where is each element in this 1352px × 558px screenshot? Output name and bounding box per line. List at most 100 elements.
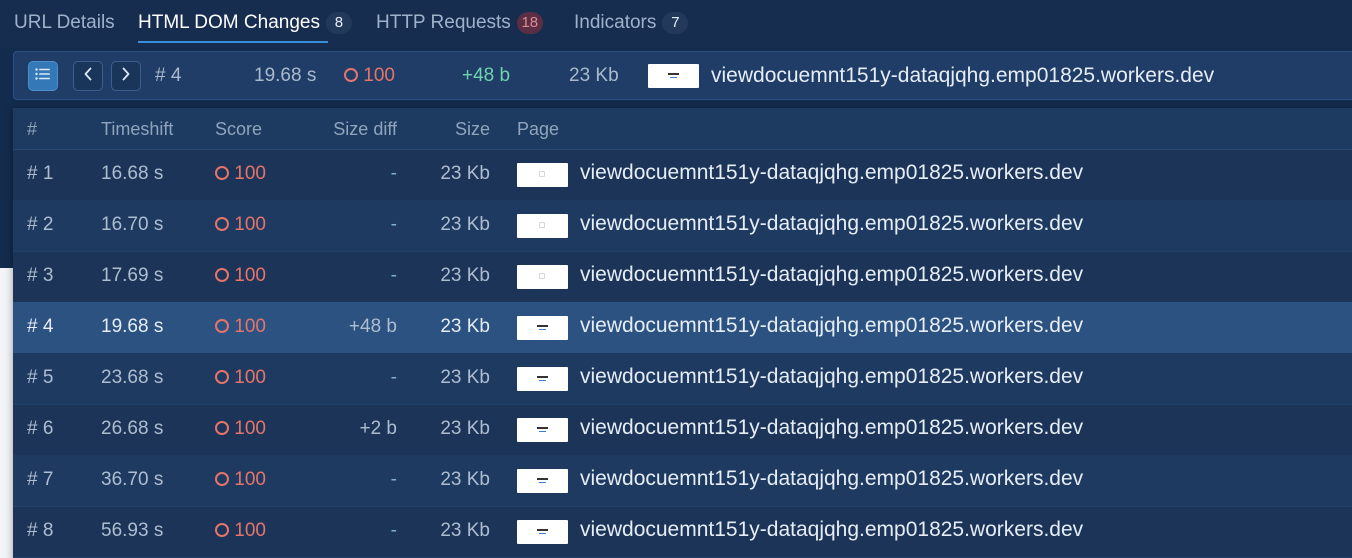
chevron-right-icon <box>121 67 131 86</box>
tab-indicators[interactable]: Indicators 7 <box>574 12 689 42</box>
row-score: 100 <box>215 163 266 185</box>
count-badge: 7 <box>662 12 689 34</box>
current-size-diff: +48 b <box>462 65 511 86</box>
score-value: 100 <box>234 163 266 184</box>
tab-html-dom-changes[interactable]: HTML DOM Changes 8 <box>138 12 352 42</box>
header-timeshift: Timeshift <box>101 119 174 139</box>
table-row[interactable]: # 7 36.70 s 100 - 23 Kb viewdocuemnt151y… <box>13 455 1352 507</box>
table-row[interactable]: # 3 17.69 s 100 - 23 Kb viewdocuemnt151y… <box>13 251 1352 303</box>
row-size: 23 Kb <box>440 367 490 388</box>
row-timeshift: 56.93 s <box>101 520 164 541</box>
previous-button[interactable] <box>73 61 103 91</box>
row-timeshift: 26.68 s <box>101 418 164 439</box>
current-score: 100 <box>344 65 395 87</box>
row-index: # 8 <box>27 520 54 541</box>
header-page: Page <box>517 119 560 139</box>
table-row-selected[interactable]: # 4 19.68 s 100 +48 b 23 Kb viewdocuemnt… <box>13 302 1352 354</box>
row-size-diff: +48 b <box>348 316 397 337</box>
row-size-diff: - <box>390 265 397 286</box>
tab-label: HTTP Requests <box>376 12 511 33</box>
tab-label: URL Details <box>14 12 115 33</box>
row-page-url: viewdocuemnt151y-dataqjqhg.emp01825.work… <box>580 263 1084 286</box>
row-index: # 5 <box>27 367 54 388</box>
page-thumbnail <box>517 520 568 544</box>
row-size: 23 Kb <box>440 214 490 235</box>
row-page-url: viewdocuemnt151y-dataqjqhg.emp01825.work… <box>580 416 1084 439</box>
page-thumbnail <box>517 316 568 340</box>
current-index: # 4 <box>155 65 182 86</box>
row-score: 100 <box>215 316 266 338</box>
row-page-url: viewdocuemnt151y-dataqjqhg.emp01825.work… <box>580 365 1084 388</box>
tab-url-details[interactable]: URL Details <box>14 12 115 42</box>
score-ring-icon <box>215 217 229 231</box>
row-timeshift: 16.70 s <box>101 214 164 235</box>
row-size: 23 Kb <box>440 418 490 439</box>
tab-label: Indicators <box>574 12 657 33</box>
row-size-diff: - <box>390 367 397 388</box>
score-ring-icon <box>215 319 229 333</box>
table-row[interactable]: # 2 16.70 s 100 - 23 Kb viewdocuemnt151y… <box>13 200 1352 252</box>
score-value: 100 <box>234 367 266 388</box>
page-thumbnail <box>517 214 568 238</box>
score-ring-icon <box>215 523 229 537</box>
url-scan-panel: URL Details HTML DOM Changes 8 HTTP Reque… <box>0 0 1352 558</box>
row-size: 23 Kb <box>440 316 490 337</box>
score-ring-icon <box>215 370 229 384</box>
table-row[interactable]: # 1 16.68 s 100 - 23 Kb viewdocuemnt151y… <box>13 149 1352 201</box>
header-score: Score <box>215 119 263 139</box>
row-timeshift: 23.68 s <box>101 367 164 388</box>
score-value: 100 <box>234 418 266 439</box>
row-timeshift: 36.70 s <box>101 469 164 490</box>
table-header: # Timeshift Score Size diff Size Page <box>13 108 1352 150</box>
score-ring-icon <box>215 268 229 282</box>
page-thumbnail <box>517 418 568 442</box>
score-value: 100 <box>234 520 266 541</box>
table-row[interactable]: # 6 26.68 s 100 +2 b 23 Kb viewdocuemnt1… <box>13 404 1352 456</box>
row-score: 100 <box>215 367 266 389</box>
page-thumbnail <box>517 469 568 493</box>
tab-http-requests[interactable]: HTTP Requests 18 <box>376 12 543 42</box>
table-row[interactable]: # 8 56.93 s 100 - 23 Kb viewdocuemnt151y… <box>13 506 1352 558</box>
row-page-url: viewdocuemnt151y-dataqjqhg.emp01825.work… <box>580 467 1084 490</box>
tab-bar: URL Details HTML DOM Changes 8 HTTP Reque… <box>0 0 1352 48</box>
score-value: 100 <box>234 214 266 235</box>
score-value: 100 <box>234 265 266 286</box>
page-thumbnail <box>517 265 568 289</box>
active-tab-underline <box>138 41 328 43</box>
score-ring-icon <box>215 421 229 435</box>
background-edge <box>0 268 13 558</box>
list-toggle-button[interactable] <box>28 61 58 91</box>
row-page-url: viewdocuemnt151y-dataqjqhg.emp01825.work… <box>580 518 1084 541</box>
header-index: # <box>27 119 38 139</box>
row-index: # 6 <box>27 418 54 439</box>
tab-label: HTML DOM Changes <box>138 12 320 33</box>
row-page-url: viewdocuemnt151y-dataqjqhg.emp01825.work… <box>580 212 1084 235</box>
current-size: 23 Kb <box>569 65 619 86</box>
row-score: 100 <box>215 418 266 440</box>
row-index: # 7 <box>27 469 54 490</box>
row-timeshift: 16.68 s <box>101 163 164 184</box>
row-size: 23 Kb <box>440 520 490 541</box>
score-ring-icon <box>215 472 229 486</box>
dom-changes-dropdown: # Timeshift Score Size diff Size Page # … <box>13 108 1352 558</box>
header-size-diff: Size diff <box>333 119 397 139</box>
row-index: # 1 <box>27 163 54 184</box>
row-score: 100 <box>215 265 266 287</box>
row-index: # 4 <box>27 316 54 337</box>
row-size-diff: - <box>390 520 397 541</box>
score-value: 100 <box>234 316 266 337</box>
row-size: 23 Kb <box>440 265 490 286</box>
table-row[interactable]: # 5 23.68 s 100 - 23 Kb viewdocuemnt151y… <box>13 353 1352 405</box>
row-index: # 2 <box>27 214 54 235</box>
row-timeshift: 17.69 s <box>101 265 164 286</box>
page-thumbnail <box>648 64 699 88</box>
row-index: # 3 <box>27 265 54 286</box>
score-value: 100 <box>363 65 395 86</box>
row-score: 100 <box>215 214 266 236</box>
list-icon <box>35 67 51 85</box>
row-score: 100 <box>215 469 266 491</box>
row-size-diff: - <box>390 214 397 235</box>
chevron-left-icon <box>83 67 93 86</box>
row-size-diff: - <box>390 469 397 490</box>
next-button[interactable] <box>111 61 141 91</box>
